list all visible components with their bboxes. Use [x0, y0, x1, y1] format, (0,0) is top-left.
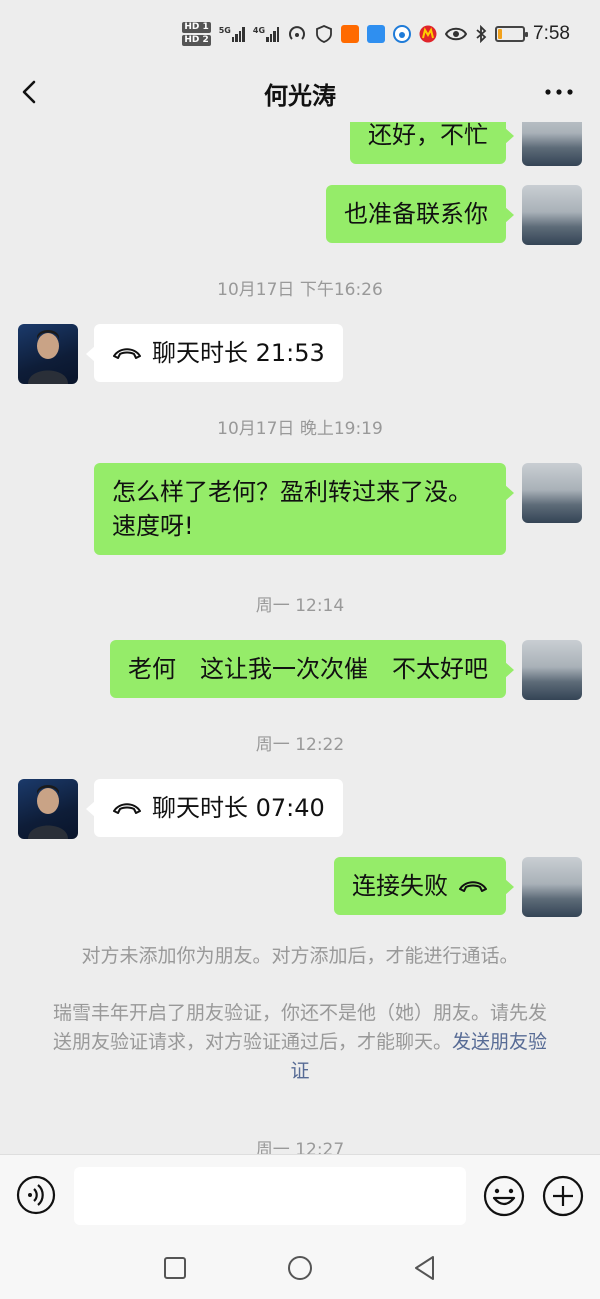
hotspot-icon [289, 26, 305, 40]
message-text: 怎么样了老何？盈利转过来了没。速度呀! [112, 478, 472, 540]
voice-icon[interactable] [16, 1175, 56, 1215]
message-text: 老何 这让我一次次催 不太好吧 [128, 655, 488, 683]
call-status-text: 连接失败 [352, 872, 448, 900]
chat-header: 何光涛 [0, 62, 600, 122]
self-avatar[interactable] [522, 857, 582, 917]
hd1-badge: HD 1 [182, 22, 211, 33]
message-text: 还好，不忙 [368, 122, 488, 149]
contact-avatar[interactable] [18, 779, 78, 839]
page-title: 何光涛 [264, 82, 336, 110]
contact-avatar[interactable] [18, 324, 78, 384]
call-record-bubble[interactable]: 聊天时长 07:40 [86, 779, 343, 837]
message-input[interactable] [74, 1167, 466, 1225]
hd-indicator: HD 1 HD 2 [182, 22, 211, 46]
timestamp: 10月17日 晚上19:19 [217, 419, 383, 439]
home-icon[interactable] [286, 1254, 314, 1282]
hd2-badge: HD 2 [182, 35, 211, 46]
message-text: 也准备联系你 [344, 200, 488, 228]
phone-hangup-icon [459, 881, 487, 892]
self-avatar[interactable] [522, 640, 582, 700]
person-photo [28, 785, 68, 839]
phone-hangup-icon [113, 803, 141, 814]
person-photo [28, 330, 68, 384]
signal-4g-icon: 4G [252, 26, 280, 42]
clock: 7:58 [533, 23, 570, 44]
call-record-bubble[interactable]: 连接失败 [334, 857, 514, 915]
taobao-app-icon [341, 25, 360, 43]
message-outgoing: 还好，不忙 [0, 122, 600, 166]
message-outgoing-call: 连接失败 [0, 857, 600, 917]
weibo-app-icon [393, 25, 412, 43]
message-incoming-call: 聊天时长 07:40 [0, 779, 600, 839]
self-avatar[interactable] [522, 185, 582, 245]
message-outgoing: 也准备联系你 [0, 185, 600, 245]
message-outgoing: 老何 这让我一次次催 不太好吧 [0, 640, 600, 700]
self-avatar[interactable] [522, 122, 582, 166]
message-bubble[interactable]: 还好，不忙 [350, 122, 514, 164]
message-bubble[interactable]: 老何 这让我一次次催 不太好吧 [110, 640, 514, 698]
bluetooth-icon [476, 25, 487, 43]
emoji-icon[interactable] [482, 1174, 526, 1218]
timestamp: 周一 12:22 [255, 735, 345, 755]
call-duration-text: 聊天时长 21:53 [152, 339, 325, 367]
system-notice-not-friend: 对方未添加你为朋友。对方添加后，才能进行通话。 [81, 945, 519, 967]
mcdonalds-app-icon [419, 25, 437, 43]
signal-5g-icon: 5G [219, 26, 245, 42]
back-icon[interactable] [411, 1254, 439, 1282]
input-bar [0, 1154, 600, 1236]
alipay-app-icon [367, 25, 386, 43]
timestamp: 周一 12:27 [255, 1140, 345, 1154]
call-record-bubble[interactable]: 聊天时长 21:53 [86, 324, 343, 382]
shield-icon [316, 25, 332, 43]
message-bubble[interactable]: 也准备联系你 [326, 185, 514, 243]
message-list[interactable]: 还好，不忙 也准备联系你 10月17日 下午16:26 聊天时长 21:53 1… [0, 122, 600, 1154]
timestamp: 周一 12:14 [255, 596, 345, 616]
status-bar: HD 1 HD 2 5G 4G 7:58 [0, 0, 600, 62]
recent-apps-icon[interactable] [161, 1254, 189, 1282]
self-avatar[interactable] [522, 463, 582, 523]
signal-5g-label: 5G [218, 26, 231, 35]
message-bubble[interactable]: 怎么样了老何？盈利转过来了没。速度呀! [94, 463, 514, 555]
phone-hangup-icon [113, 348, 141, 359]
timestamp: 10月17日 下午16:26 [217, 280, 383, 300]
eye-icon [445, 27, 468, 41]
call-duration-text: 聊天时长 07:40 [152, 794, 325, 822]
system-nav-bar [0, 1236, 600, 1299]
message-incoming-call: 聊天时长 21:53 [0, 324, 600, 384]
battery-icon [495, 26, 529, 42]
system-notice-verify: 瑞雪丰年开启了朋友验证，你还不是他（她）朋友。请先发送朋友验证请求，对方验证通过… [44, 999, 556, 1086]
signal-4g-label: 4G [252, 26, 266, 35]
message-outgoing: 怎么样了老何？盈利转过来了没。速度呀! [0, 463, 600, 561]
status-icons: HD 1 HD 2 5G 4G 7:58 [182, 18, 570, 50]
more-horizontal-icon[interactable] [542, 76, 576, 108]
plus-icon[interactable] [542, 1175, 584, 1217]
